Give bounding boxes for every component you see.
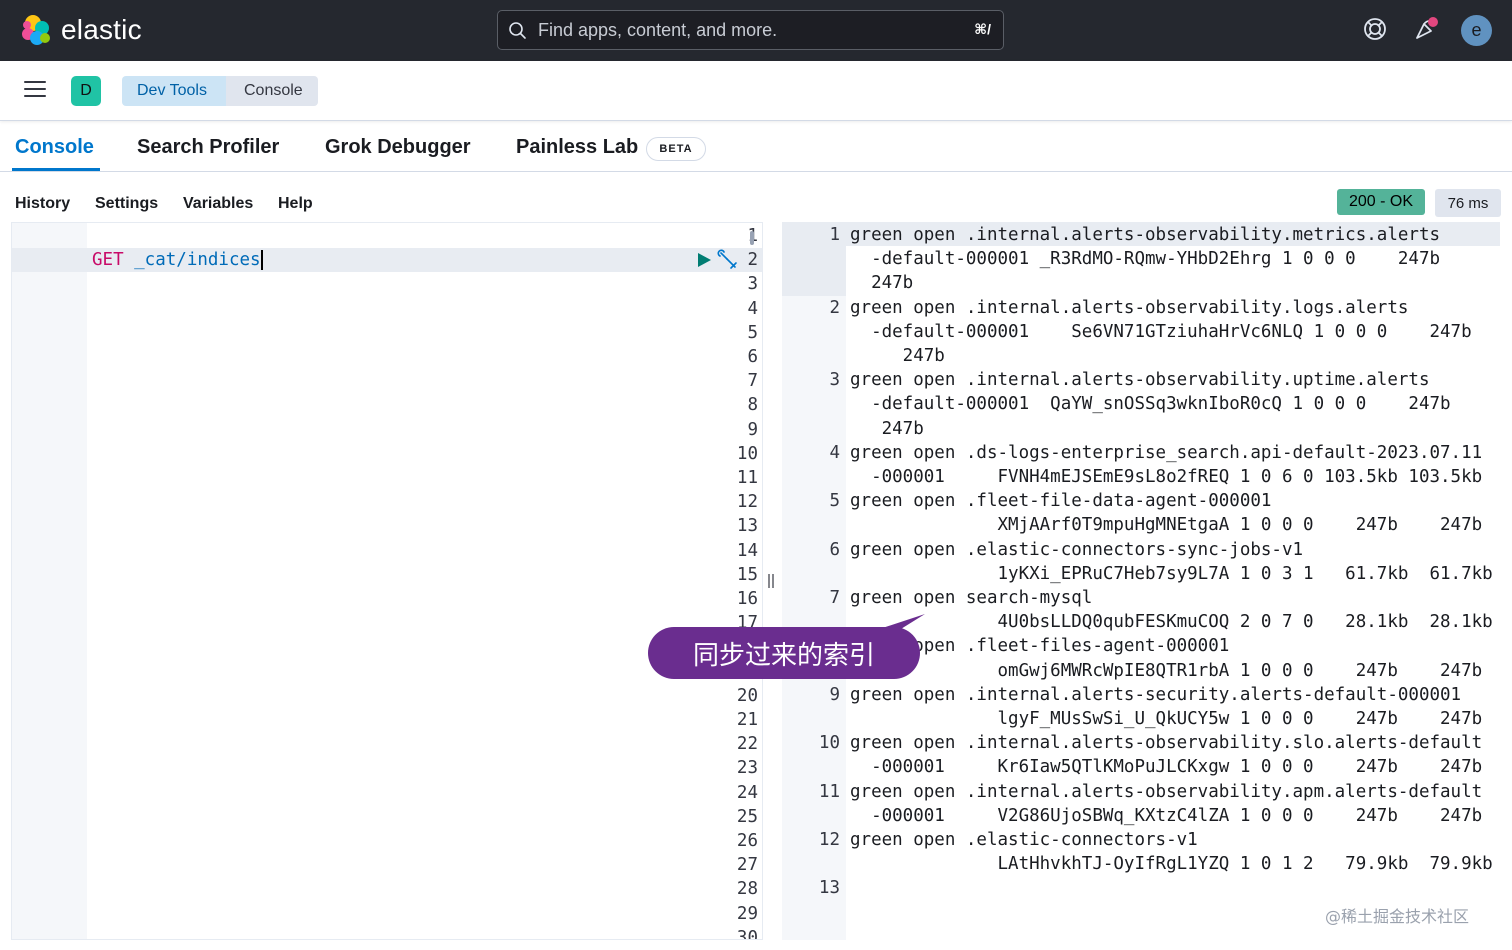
request-editor[interactable]: 1234567891011121314151617181920212223242… <box>11 222 763 940</box>
tab-search-profiler[interactable]: Search Profiler <box>137 136 279 159</box>
line-number: 13 <box>736 516 758 537</box>
output-line-text: green open .ds-logs-enterprise_search.ap… <box>850 442 1483 487</box>
line-number: 7 <box>747 371 758 392</box>
text-cursor <box>260 250 263 270</box>
tab-console[interactable]: Console <box>15 136 94 159</box>
line-number: 11 <box>736 468 758 488</box>
settings-button[interactable]: Settings <box>95 195 158 213</box>
output-line-number: 5 <box>829 491 840 512</box>
editor-gutter <box>12 223 87 939</box>
line-number: 10 <box>736 443 758 464</box>
help-icon[interactable] <box>1362 16 1388 42</box>
line-number: 20 <box>736 685 758 706</box>
line-number: 27 <box>736 855 758 876</box>
line-number: 16 <box>736 589 758 609</box>
line-number: 1 <box>688 224 758 248</box>
output-line-text: green open .internal.alerts-observabilit… <box>850 370 1451 439</box>
output-line-text: green open .elastic-connectors-v1 LAtHhv… <box>850 830 1493 875</box>
play-icon[interactable] <box>695 251 713 269</box>
line-number: 15 <box>736 564 758 585</box>
line-number: 30 <box>736 927 758 940</box>
menu-icon[interactable] <box>24 81 46 99</box>
status-badge: 200 - OK <box>1337 189 1425 215</box>
annotation-callout: 同步过来的索引 <box>648 627 920 679</box>
line-number: 14 <box>736 540 758 561</box>
output-line-text: green open .internal.alerts-security.ale… <box>850 684 1483 729</box>
output-line-text: green open .internal.alerts-observabilit… <box>850 781 1483 826</box>
line-number: 8 <box>747 395 758 416</box>
response-output[interactable]: 1 green open .internal.alerts-observabili… <box>782 222 1512 940</box>
request-method: GET <box>92 250 124 270</box>
output-line-text: green open .internal.alerts-observabilit… <box>850 733 1483 778</box>
output-line-text: green open search-mysql 4U0bsLLDQ0qubFES… <box>850 588 1493 633</box>
elastic-logo-icon <box>22 15 50 45</box>
duration-badge: 76 ms <box>1435 189 1501 217</box>
wrench-icon[interactable] <box>717 249 739 271</box>
search-icon <box>509 22 526 39</box>
line-number: 4 <box>747 298 758 319</box>
variables-button[interactable]: Variables <box>183 195 253 213</box>
tab-painless-lab[interactable]: Painless Lab <box>516 136 638 159</box>
line-number: 6 <box>747 347 758 367</box>
help-button[interactable]: Help <box>278 195 313 213</box>
news-feed-icon[interactable] <box>1413 16 1439 42</box>
search-input[interactable] <box>538 11 958 49</box>
output-line-number: 6 <box>829 539 840 560</box>
tab-grok-debugger[interactable]: Grok Debugger <box>325 136 471 159</box>
output-line-number: 2 <box>829 297 840 318</box>
devtools-tabs: Console Search Profiler Grok Debugger Pa… <box>0 122 1512 172</box>
line-number: 12 <box>736 492 758 513</box>
line-number: 25 <box>736 806 758 827</box>
output-line-text: green open .elastic-connectors-sync-jobs… <box>850 539 1493 584</box>
line-number: 3 <box>747 274 758 295</box>
search-shortcut: ⌘/ <box>974 21 991 37</box>
tab-active-indicator <box>12 168 100 171</box>
breadcrumb-dev-tools[interactable]: Dev Tools <box>122 76 227 106</box>
request-line[interactable]: GET _cat/indices <box>92 248 263 272</box>
panel-resizer-icon[interactable] <box>766 572 776 590</box>
output-line-number: 4 <box>829 442 840 463</box>
output-line-number: 10 <box>818 733 840 754</box>
request-path: _cat/indices <box>123 250 261 270</box>
line-number: 21 <box>736 710 758 730</box>
line-number: 26 <box>736 831 758 851</box>
elastic-logo[interactable]: elastic <box>19 13 142 47</box>
output-line-number: 11 <box>818 781 840 802</box>
output-line-number: 9 <box>829 684 840 705</box>
line-number: 22 <box>736 734 758 755</box>
breadcrumb-console: Console <box>226 76 318 106</box>
output-line-text: green open .fleet-files-agent-000001 omG… <box>850 636 1483 681</box>
space-avatar[interactable]: D <box>71 76 101 106</box>
breadcrumb-bar: D Dev Tools Console <box>0 61 1512 121</box>
global-search[interactable]: ⌘/ <box>497 10 1004 50</box>
line-number: 9 <box>747 419 758 440</box>
line-number: 29 <box>736 903 758 924</box>
output-line-number: 7 <box>829 588 840 608</box>
line-number: 24 <box>736 782 758 803</box>
watermark: @稀土掘金技术社区 <box>1325 907 1470 926</box>
history-button[interactable]: History <box>15 195 70 213</box>
line-number: 23 <box>736 758 758 779</box>
logo-text: elastic <box>61 14 142 45</box>
user-avatar[interactable]: e <box>1461 15 1492 46</box>
output-line-number: 1 <box>829 225 840 245</box>
top-header: elastic ⌘/ e <box>0 0 1512 61</box>
line-number: 5 <box>747 322 758 343</box>
output-line-number: 12 <box>818 830 840 850</box>
beta-badge: BETA <box>646 137 706 161</box>
output-line-text: green open .internal.alerts-observabilit… <box>850 225 1441 294</box>
output-line-number: 3 <box>829 370 840 391</box>
output-line-text: green open .internal.alerts-observabilit… <box>850 297 1472 366</box>
editor-scrollbar[interactable] <box>750 231 754 245</box>
output-line-number: 13 <box>818 878 840 899</box>
output-line-text: green open .fleet-file-data-agent-000001… <box>850 491 1483 536</box>
line-number: 28 <box>736 879 758 900</box>
